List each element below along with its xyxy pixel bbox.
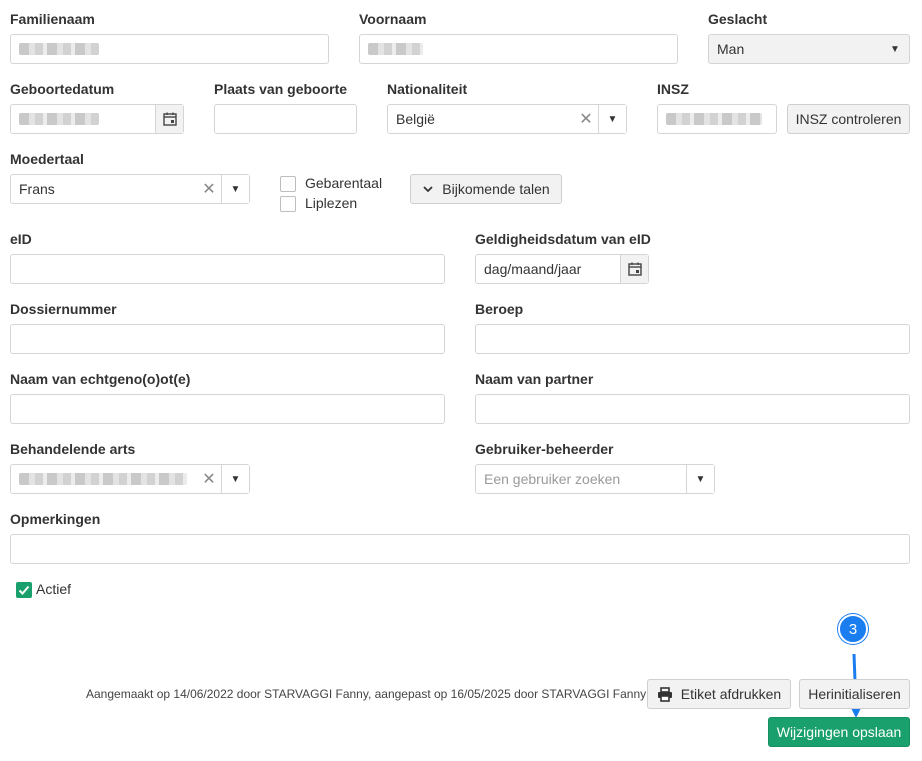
opmerkingen-label: Opmerkingen	[10, 511, 101, 527]
geldigheid-field[interactable]: dag/maand/jaar	[475, 254, 649, 284]
nationaliteit-value: België	[396, 111, 435, 127]
arts-label: Behandelende arts	[10, 441, 136, 457]
beroep-field[interactable]	[475, 324, 910, 354]
dossier-field[interactable]	[10, 324, 445, 354]
arts-select[interactable]: ✕ ▼	[10, 464, 250, 494]
step-annotation-badge: 3	[838, 614, 868, 644]
geldigheid-label: Geldigheidsdatum van eID	[475, 231, 651, 247]
voornaam-label: Voornaam	[359, 11, 427, 27]
chevron-down-icon: ▼	[890, 43, 900, 55]
redacted-text	[19, 43, 99, 55]
familienaam-label: Familienaam	[10, 11, 95, 27]
redacted-text	[19, 473, 187, 485]
geboortedatum-field[interactable]	[10, 104, 184, 134]
echtgenoot-label: Naam van echtgeno(o)ot(e)	[10, 371, 191, 387]
clear-icon[interactable]: ✕	[574, 105, 598, 133]
geboortedatum-label: Geboortedatum	[10, 81, 115, 97]
bijkomende-talen-label: Bijkomende talen	[442, 181, 550, 197]
liplezen-label: Liplezen	[305, 195, 358, 211]
partner-label: Naam van partner	[475, 371, 594, 387]
redacted-text	[19, 113, 99, 125]
beroep-label: Beroep	[475, 301, 524, 317]
dossier-label: Dossiernummer	[10, 301, 117, 317]
echtgenoot-field[interactable]	[10, 394, 445, 424]
etiket-afdrukken-label: Etiket afdrukken	[680, 686, 782, 702]
audit-text: Aangemaakt op 14/06/2022 door STARVAGGI …	[86, 687, 647, 701]
chevron-down-icon	[423, 186, 433, 193]
moedertaal-label: Moedertaal	[10, 151, 84, 167]
nationaliteit-label: Nationaliteit	[387, 81, 468, 97]
familienaam-field[interactable]	[10, 34, 329, 64]
redacted-text	[666, 113, 762, 125]
beheerder-select[interactable]: Een gebruiker zoeken ▼	[475, 464, 715, 494]
geldigheid-placeholder: dag/maand/jaar	[484, 261, 582, 277]
chevron-down-icon[interactable]: ▼	[221, 175, 249, 203]
save-button[interactable]: Wijzigingen opslaan	[768, 717, 910, 747]
liplezen-checkbox[interactable]	[280, 196, 296, 212]
insz-label: INSZ	[657, 81, 689, 97]
chevron-down-icon[interactable]: ▼	[686, 465, 714, 493]
insz-field[interactable]	[657, 104, 777, 134]
herinitialiseren-button[interactable]: Herinitialiseren	[799, 679, 910, 709]
actief-label: Actief	[36, 581, 72, 597]
clear-icon[interactable]: ✕	[197, 465, 221, 493]
eid-label: eID	[10, 231, 32, 247]
calendar-icon[interactable]	[620, 255, 648, 283]
printer-icon	[657, 686, 672, 702]
gebarentaal-label: Gebarentaal	[305, 175, 383, 191]
actief-checkbox[interactable]	[16, 582, 32, 598]
eid-field[interactable]	[10, 254, 445, 284]
etiket-afdrukken-button[interactable]: Etiket afdrukken	[647, 679, 791, 709]
chevron-down-icon[interactable]: ▼	[221, 465, 249, 493]
beheerder-label: Gebruiker-beheerder	[475, 441, 614, 457]
voornaam-field[interactable]	[359, 34, 678, 64]
chevron-down-icon[interactable]: ▼	[598, 105, 626, 133]
clear-icon[interactable]: ✕	[197, 175, 221, 203]
insz-check-button[interactable]: INSZ controleren	[787, 104, 910, 134]
nationaliteit-select[interactable]: België ✕ ▼	[387, 104, 627, 134]
plaats-field[interactable]	[214, 104, 357, 134]
gebarentaal-checkbox[interactable]	[280, 176, 296, 192]
geslacht-label: Geslacht	[708, 11, 768, 27]
redacted-text	[368, 43, 423, 55]
moedertaal-value: Frans	[19, 181, 55, 197]
calendar-icon[interactable]	[155, 105, 183, 133]
plaats-label: Plaats van geboorte	[214, 81, 348, 97]
beheerder-placeholder: Een gebruiker zoeken	[484, 471, 621, 487]
geslacht-value: Man	[717, 41, 745, 57]
geslacht-select[interactable]: Man ▼	[708, 34, 910, 64]
opmerkingen-field[interactable]	[10, 534, 910, 564]
moedertaal-select[interactable]: Frans ✕ ▼	[10, 174, 250, 204]
partner-field[interactable]	[475, 394, 910, 424]
checkmark-icon	[18, 585, 30, 595]
bijkomende-talen-button[interactable]: Bijkomende talen	[410, 174, 562, 204]
